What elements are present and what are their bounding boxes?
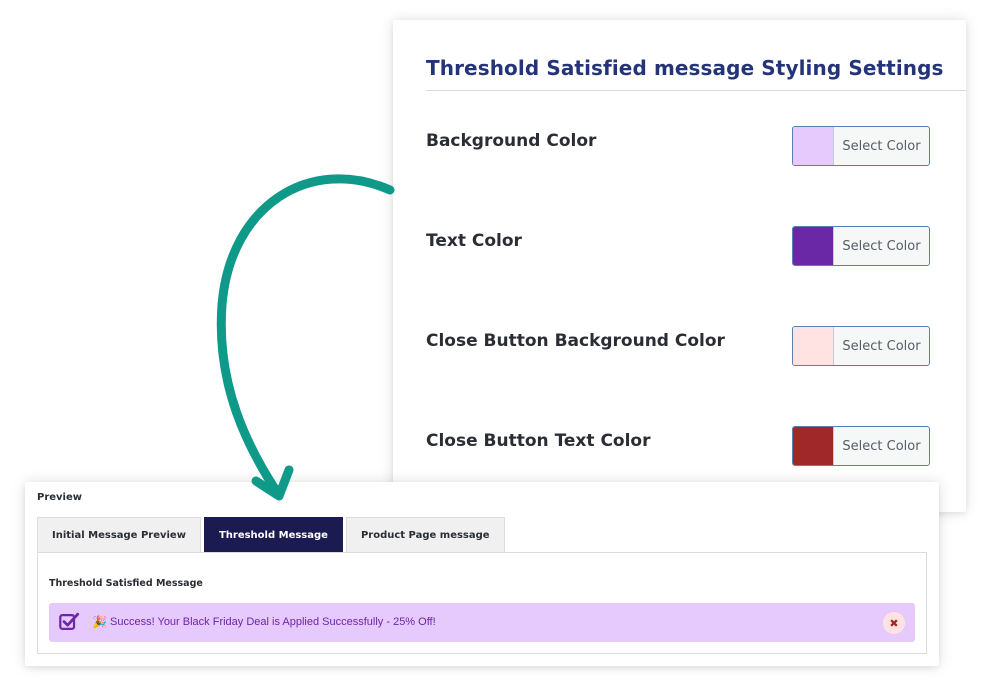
preview-tabs: Initial Message Preview Threshold Messag… [37,517,505,553]
close-button[interactable]: ✖ [883,612,905,634]
setting-row-text-color: Text Color Select Color [426,226,930,270]
success-message-text: Success! Your Black Friday Deal is Appli… [110,616,436,628]
settings-divider [426,90,966,91]
select-color-label: Select Color [842,138,921,154]
setting-label-close-button-text-color: Close Button Text Color [426,431,651,451]
setting-label-background-color: Background Color [426,131,597,151]
preview-panel: Preview Initial Message Preview Threshol… [25,482,939,666]
tab-threshold-message[interactable]: Threshold Message [203,517,343,553]
party-popper-icon: 🎉 [92,615,107,629]
color-swatch [793,427,834,465]
select-color-label: Select Color [842,338,921,354]
preview-heading: Preview [37,492,83,503]
setting-row-close-button-background-color: Close Button Background Color Select Col… [426,326,930,370]
settings-title: Threshold Satisfied message Styling Sett… [426,56,944,80]
setting-row-close-button-text-color: Close Button Text Color Select Color [426,426,930,470]
tab-content: Threshold Satisfied Message 🎉 Success! Y… [37,552,927,654]
close-button-background-color-picker-button[interactable]: Select Color [792,326,930,366]
color-swatch [793,227,834,265]
select-color-label: Select Color [842,238,921,254]
setting-label-text-color: Text Color [426,231,522,251]
check-square-icon [59,612,80,630]
color-swatch [793,327,834,365]
close-button-text-color-picker-button[interactable]: Select Color [792,426,930,466]
success-message-bar: 🎉 Success! Your Black Friday Deal is App… [49,603,915,642]
content-heading: Threshold Satisfied Message [49,578,203,589]
background-color-picker-button[interactable]: Select Color [792,126,930,166]
styling-settings-card: Threshold Satisfied message Styling Sett… [393,20,966,512]
tab-initial-message-preview[interactable]: Initial Message Preview [37,517,201,553]
text-color-picker-button[interactable]: Select Color [792,226,930,266]
tab-product-page-message[interactable]: Product Page message [345,517,505,553]
setting-row-background-color: Background Color Select Color [426,126,930,170]
select-color-label: Select Color [842,438,921,454]
setting-label-close-button-background-color: Close Button Background Color [426,331,725,351]
color-swatch [793,127,834,165]
